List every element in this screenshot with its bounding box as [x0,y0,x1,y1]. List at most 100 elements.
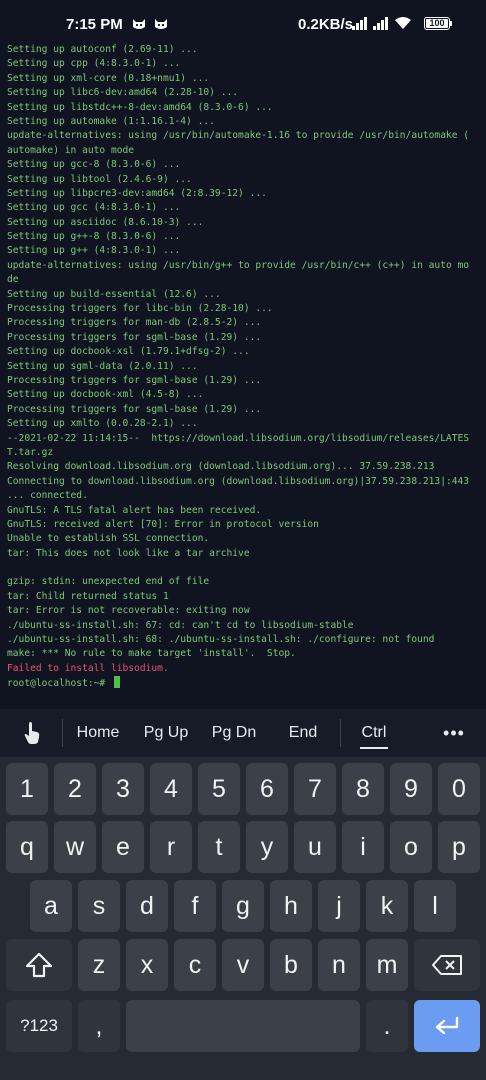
separator [340,719,341,747]
terminal-line: Setting up libtool (2.4.6-9) ... [7,173,192,185]
key-s[interactable]: s [78,880,120,932]
home-key[interactable]: Home [70,709,126,757]
notification-icons [131,16,169,32]
terminal-cursor [113,676,120,689]
key-5[interactable]: 5 [198,763,240,815]
status-bar: 7:15 PM 0.2KB/s 100 [0,0,486,40]
terminal-line: tar: This does not look like a tar archi… [7,547,250,559]
terminal-line: Resolving download.libsodium.org (downlo… [7,461,435,473]
key-9[interactable]: 9 [390,763,432,815]
key-2[interactable]: 2 [54,763,96,815]
terminal-line: tar: Error is not recoverable: exiting n… [7,605,250,617]
key-h[interactable]: h [270,880,312,932]
end-key[interactable]: End [278,709,328,757]
key-t[interactable]: t [198,821,240,873]
terminal-line: tar: Child returned status 1 [7,590,169,602]
key-1[interactable]: 1 [6,763,48,815]
terminal-line: Setting up libpcre3-dev:amd64 (2:8.39-12… [7,187,267,199]
terminal-line: Failed to install libsodium. [7,662,169,674]
extra-keys-bar: Home Pg Up Pg Dn End Ctrl ••• [0,709,486,757]
terminal-line: Setting up g++ (4:8.3.0-1) ... [7,245,181,257]
terminal-line: GnuTLS: received alert [70]: Error in pr… [7,518,319,530]
terminal-line: Setting up asciidoc (8.6.10-3) ... [7,216,204,228]
terminal-line: Setting up docbook-xml (4.5-8) ... [7,389,204,401]
cat-icon [155,19,167,29]
touch-hand-icon[interactable] [14,709,50,757]
key-7[interactable]: 7 [294,763,336,815]
terminal-line: Setting up build-essential (12.6) ... [7,288,221,300]
key-w[interactable]: w [54,821,96,873]
terminal-line: Setting up gcc-8 (8.3.0-6) ... [7,159,181,171]
space-bar[interactable] [126,1000,360,1052]
terminal-line: ./ubuntu-ss-install.sh: 67: cd: can't cd… [7,619,354,631]
key-l[interactable]: l [414,880,456,932]
comma-key[interactable]: , [78,1000,120,1052]
signal-icon [352,16,367,30]
terminal-output[interactable]: Setting up autoconf (2.69-11) ... Setting… [7,43,483,693]
key-a[interactable]: a [30,880,72,932]
key-d[interactable]: d [126,880,168,932]
terminal-line: Setting up g++-8 (8.3.0-6) ... [7,231,181,243]
key-f[interactable]: f [174,880,216,932]
shift-icon[interactable] [6,939,72,991]
backspace-icon[interactable] [414,939,480,991]
key-x[interactable]: x [126,939,168,991]
key-n[interactable]: n [318,939,360,991]
terminal-line: Setting up gcc (4:8.3.0-1) ... [7,202,181,214]
page-down-key[interactable]: Pg Dn [206,709,262,757]
key-g[interactable]: g [222,880,264,932]
key-i[interactable]: i [342,821,384,873]
more-dots-icon[interactable]: ••• [432,709,476,757]
enter-arrow-icon[interactable] [414,1000,480,1052]
key-k[interactable]: k [366,880,408,932]
key-m[interactable]: m [366,939,408,991]
key-4[interactable]: 4 [150,763,192,815]
key-p[interactable]: p [438,821,480,873]
key-b[interactable]: b [270,939,312,991]
terminal-line: ... connected. [7,490,88,502]
key-o[interactable]: o [390,821,432,873]
terminal-line: Processing triggers for sgml-base (1.29)… [7,403,262,415]
key-6[interactable]: 6 [246,763,288,815]
key-3[interactable]: 3 [102,763,144,815]
key-8[interactable]: 8 [342,763,384,815]
ctrl-active-indicator [360,747,388,749]
page-up-key[interactable]: Pg Up [138,709,194,757]
terminal-line: Setting up libstdc++-8-dev:amd64 (8.3.0-… [7,101,273,113]
separator [62,719,63,747]
soft-keyboard: ?123 , . 1234567890 qwertyuiop asdfghjkl zx… [0,757,486,1080]
terminal-prompt: root@localhost:~# [7,676,483,690]
key-c[interactable]: c [174,939,216,991]
terminal-line: gzip: stdin: unexpected end of file [7,576,210,588]
key-j[interactable]: j [318,880,360,932]
key-e[interactable]: e [102,821,144,873]
key-0[interactable]: 0 [438,763,480,815]
cat-icon [133,19,145,29]
terminal-line: --2021-02-22 11:14:15-- https://download… [7,432,470,444]
period-key[interactable]: . [366,1000,408,1052]
symbols-key[interactable]: ?123 [6,1000,72,1052]
terminal-line: automake) in auto mode [7,144,135,156]
key-r[interactable]: r [150,821,192,873]
key-q[interactable]: q [6,821,48,873]
key-z[interactable]: z [78,939,120,991]
terminal-line: Setting up xml-core (0.18+nmu1) ... [7,72,210,84]
terminal-line: Processing triggers for sgml-base (1.29)… [7,374,262,386]
terminal-line: make: *** No rule to make target 'instal… [7,648,296,660]
key-y[interactable]: y [246,821,288,873]
key-u[interactable]: u [294,821,336,873]
ctrl-key[interactable]: Ctrl [350,709,398,757]
terminal-line: Setting up sgml-data (2.0.11) ... [7,360,198,372]
terminal-line: T.tar.gz [7,446,54,458]
status-time: 7:15 PM [66,16,123,33]
terminal-line: Setting up autoconf (2.69-11) ... [7,44,198,55]
terminal-line: Setting up libc6-dev:amd64 (2.28-10) ... [7,87,239,99]
terminal-line: Setting up automake (1:1.16.1-4) ... [7,115,215,127]
key-v[interactable]: v [222,939,264,991]
battery-level: 100 [429,18,445,28]
terminal-line: de [7,274,19,286]
terminal-line: Processing triggers for libc-bin (2.28-1… [7,303,273,315]
terminal-line: GnuTLS: A TLS fatal alert has been recei… [7,504,262,516]
terminal-line: Connecting to download.libsodium.org (do… [7,475,470,487]
